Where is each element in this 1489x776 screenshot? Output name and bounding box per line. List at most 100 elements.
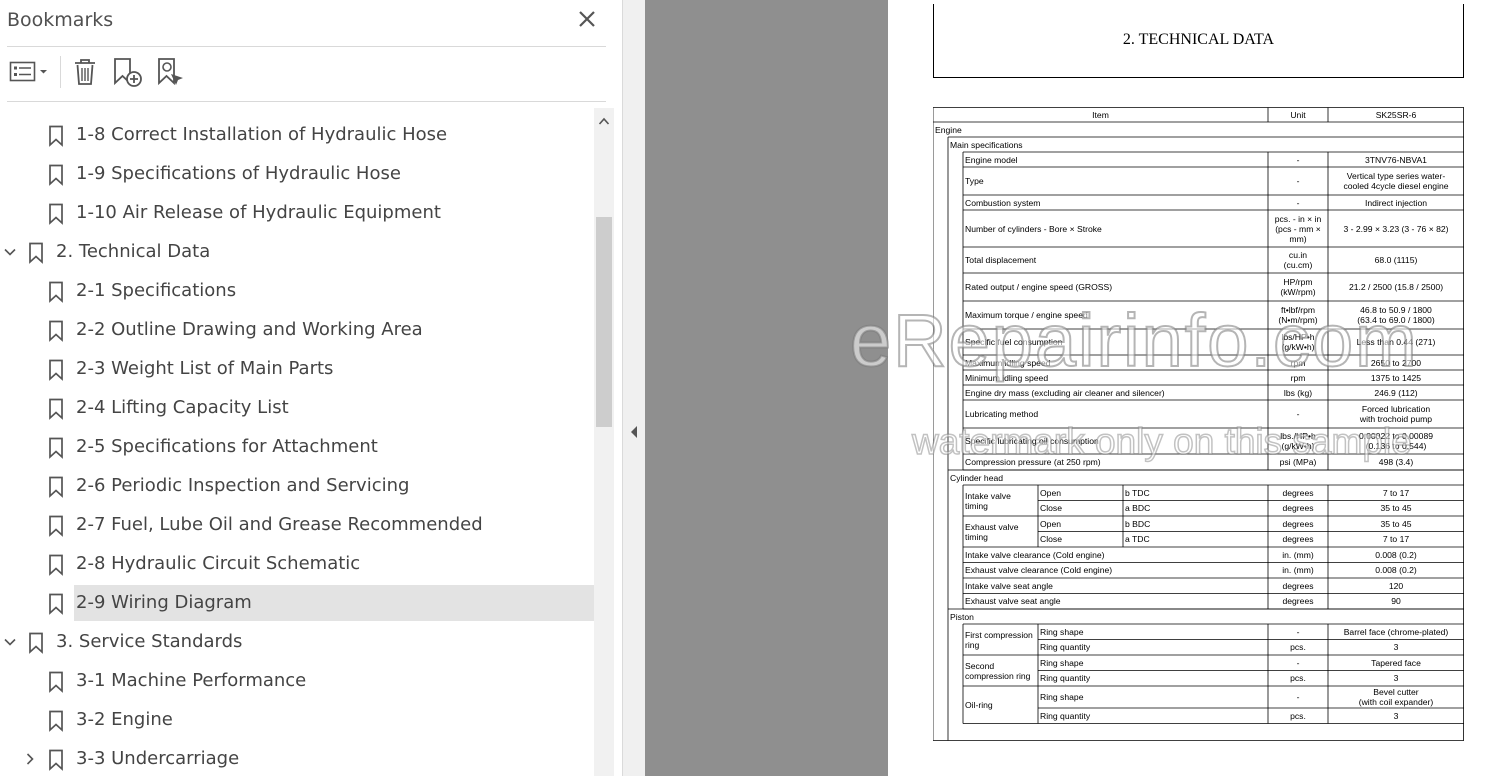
table-cell: 498 (3.4) — [1378, 457, 1414, 467]
title-frame: 2. TECHNICAL DATA — [933, 4, 1464, 78]
bookmark-label: 2-5 Specifications for Attachment — [76, 436, 378, 457]
table-cell: lbs (kg) — [1283, 387, 1313, 398]
bookmark-item[interactable]: 2-7 Fuel, Lube Oil and Grease Recommende… — [0, 507, 594, 543]
table-cell: - — [1296, 626, 1300, 637]
close-panel-button[interactable] — [577, 9, 597, 29]
bookmark-item[interactable]: 3. Service Standards — [0, 624, 594, 660]
bookmark-item[interactable]: 3-3 Undercarriage — [0, 741, 594, 776]
bookmark-label: 2-8 Hydraulic Circuit Schematic — [76, 553, 361, 574]
bookmark-item[interactable]: 2-9 Wiring Diagram — [0, 585, 594, 621]
chevron-up-icon — [598, 117, 610, 125]
table-cell: Engine — [935, 124, 962, 135]
toolbar-separator — [60, 56, 61, 88]
bookmark-item[interactable]: 2-2 Outline Drawing and Working Area — [0, 312, 594, 348]
divider — [7, 101, 606, 102]
table-cell: rpm — [1290, 372, 1306, 383]
table-cell: HP/rpm (kW/rpm) — [1280, 277, 1316, 297]
bookmark-label: 2. Technical Data — [56, 241, 211, 262]
bookmark-item[interactable]: 2-5 Specifications for Attachment — [0, 429, 594, 465]
chevron-down-icon[interactable] — [3, 635, 17, 649]
bookmark-item[interactable]: 2-6 Periodic Inspection and Servicing — [0, 468, 594, 504]
table-cell: in. (mm) — [1282, 565, 1314, 576]
table-cell: 3TNV76-NBVA1 — [1365, 154, 1427, 165]
table-cell: Tapered face — [1371, 657, 1421, 668]
table-cell: Vertical type series water- cooled 4cycl… — [1343, 171, 1449, 191]
table-cell: Maximum torque / engine speed — [965, 310, 1088, 320]
bookmark-label: 1-9 Specifications of Hydraulic Hose — [76, 163, 401, 184]
bookmark-item[interactable]: 2-8 Hydraulic Circuit Schematic — [0, 546, 594, 582]
table-cell: a TDC — [1125, 534, 1150, 545]
bookmark-item[interactable]: 2-4 Lifting Capacity List — [0, 390, 594, 426]
bookmark-icon — [49, 671, 63, 693]
table-cell: pcs. — [1290, 673, 1306, 684]
table-cell: Piston — [950, 611, 974, 622]
table-cell: Forced lubrication with trochoid pump — [1359, 404, 1433, 424]
bookmark-item[interactable]: 1-10 Air Release of Hydraulic Equipment — [0, 195, 594, 231]
table-cell: degrees — [1282, 580, 1314, 591]
table-cell: - — [1296, 176, 1300, 186]
table-cell: Ring quantity — [1040, 642, 1091, 653]
table-cell: 68.0 (1115) — [1374, 255, 1418, 265]
table-cell: Less than 0.44 (271) — [1356, 337, 1436, 347]
table-cell: rpm — [1290, 357, 1306, 368]
bookmark-item[interactable]: 2. Technical Data — [0, 234, 594, 270]
table-cell: 3 - 2.99 × 3.23 (3 - 76 × 82) — [1343, 223, 1449, 234]
table-cell: Engine model — [965, 154, 1018, 165]
panel-splitter[interactable] — [622, 0, 645, 776]
new-bookmark-button[interactable] — [109, 55, 145, 89]
find-bookmark-button[interactable] — [153, 55, 187, 89]
table-cell: Lubricating method — [965, 409, 1039, 419]
bookmark-item[interactable]: 1-9 Specifications of Hydraulic Hose — [0, 156, 594, 192]
bookmark-icon — [49, 203, 63, 225]
table-cell: 35 to 45 — [1380, 503, 1412, 514]
bookmark-icon — [49, 749, 63, 771]
table-cell: b TDC — [1125, 487, 1150, 498]
bookmark-icon — [49, 125, 63, 147]
bookmark-item[interactable]: 3-1 Machine Performance — [0, 663, 594, 699]
table-cell: Indirect injection — [1364, 197, 1428, 208]
bookmark-item[interactable]: 2-1 Specifications — [0, 273, 594, 309]
table-cell: Ring quantity — [1040, 673, 1091, 684]
collapse-panel-button[interactable] — [629, 424, 639, 440]
table-cell: Intake valve timing — [965, 490, 1011, 511]
chevron-right-icon[interactable] — [23, 752, 37, 766]
table-cell: Close — [1040, 534, 1062, 545]
table-cell: SK25SR-6 — [1375, 109, 1417, 120]
table-cell: 90 — [1391, 596, 1401, 607]
scrollbar[interactable] — [594, 108, 614, 776]
page-title: 2. TECHNICAL DATA — [1122, 31, 1275, 48]
table-cell: Number of cylinders - Bore × Stroke — [965, 223, 1102, 234]
bookmark-icon — [49, 398, 63, 420]
bookmark-label: 3-3 Undercarriage — [76, 748, 240, 769]
chevron-down-icon[interactable] — [3, 245, 17, 259]
bookmark-label: 2-4 Lifting Capacity List — [76, 397, 289, 418]
table-cell: Second compression ring — [965, 660, 1031, 681]
delete-bookmark-button[interactable] — [69, 55, 101, 89]
bookmark-add-icon — [114, 58, 142, 87]
bookmark-item[interactable]: 1-8 Correct Installation of Hydraulic Ho… — [0, 117, 594, 153]
table-cell: Ring shape — [1040, 626, 1084, 637]
table-cell: 0.00022 to 0.00089 (0.136 to 0.544) — [1358, 431, 1434, 451]
table-cell: Minimum idling speed — [965, 372, 1049, 383]
bookmark-search-icon — [158, 58, 183, 86]
table-cell: Compression pressure (at 250 rpm) — [965, 457, 1101, 467]
options-menu-button[interactable] — [6, 55, 52, 89]
table-cell: degrees — [1282, 503, 1314, 514]
bookmark-label: 3. Service Standards — [56, 631, 243, 652]
table-cell: 246.9 (112) — [1374, 387, 1418, 398]
table-cell: Specific lubricating oil consumption — [965, 436, 1099, 446]
scroll-up-button[interactable] — [598, 113, 610, 125]
scrollbar-thumb[interactable] — [596, 217, 612, 427]
table-cell: 21.2 / 2500 (15.8 / 2500) — [1348, 282, 1444, 292]
table-cell: Oil-ring — [965, 699, 993, 710]
bookmark-label: 3-2 Engine — [76, 709, 173, 730]
table-cell: 120 — [1388, 580, 1404, 591]
table-cell: Exhaust valve timing — [965, 521, 1019, 542]
bookmark-item[interactable]: 3-2 Engine — [0, 702, 594, 738]
bookmarks-panel: Bookmarks 1-8 Correct Installation of Hy… — [0, 0, 622, 776]
table-cell: psi (MPa) — [1279, 457, 1317, 467]
table-cell: degrees — [1282, 487, 1314, 498]
bookmark-item[interactable]: 2-3 Weight List of Main Parts — [0, 351, 594, 387]
table-cell: Bevel cutter (with coil expander) — [1358, 687, 1434, 707]
table-cell: 0.008 (0.2) — [1375, 549, 1417, 560]
